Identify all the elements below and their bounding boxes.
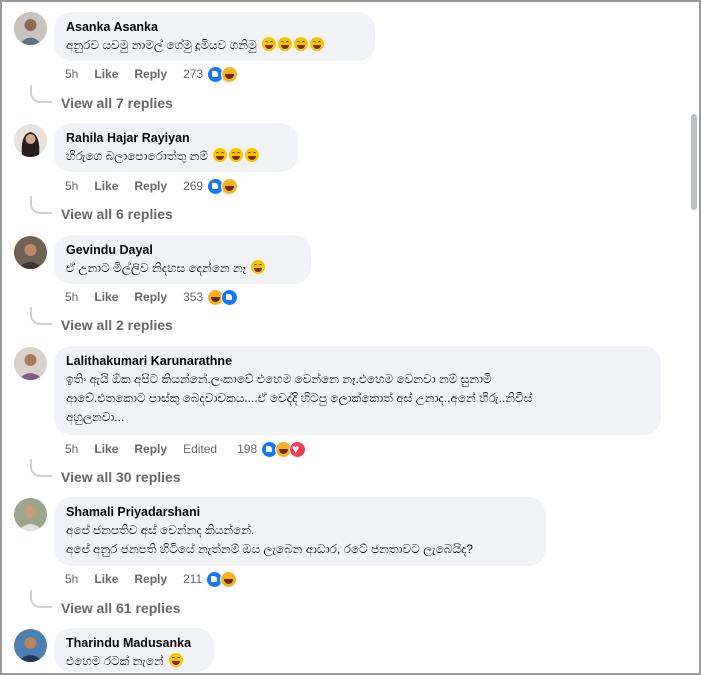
comment-time[interactable]: 5h	[65, 67, 78, 81]
comment-actions: 5h Like Reply 269	[65, 177, 239, 195]
comment-author[interactable]: Shamali Priyadarshani	[66, 504, 534, 521]
comment-time[interactable]: 5h	[65, 442, 78, 456]
comment-text: එහෙම රටක් නැනේ	[66, 652, 202, 671]
comment-author[interactable]: Lalithakumari Karunarathne	[66, 353, 649, 370]
like-button[interactable]: Like	[94, 442, 118, 456]
comment-actions: 5h Like Reply 211	[65, 570, 238, 588]
comment-text: ඉතිං ඇයි ඕක අපිට කියන්නේ.ලංකාවේ එහෙම වෙන…	[66, 372, 533, 424]
thread-connector	[30, 590, 52, 608]
laughing-emoji-icon	[213, 148, 228, 162]
reaction-count[interactable]: 198	[237, 442, 257, 456]
comment-bubble: Gevindu Dayal ඒ උනාට මිල්ලිව නිදහස දෙන්න…	[54, 235, 311, 284]
comment-bubble: Shamali Priyadarshani අපේ ජනපතිව අස් වෙන…	[54, 497, 546, 566]
laughing-emoji-icon	[229, 148, 244, 162]
thread-connector	[30, 307, 52, 325]
edited-label[interactable]: Edited	[183, 442, 217, 456]
view-replies-link[interactable]: View all 2 replies	[61, 316, 173, 334]
comment-body: එහෙම රටක් නැනේ	[66, 654, 164, 668]
reaction-count[interactable]: 273	[183, 67, 203, 81]
reply-button[interactable]: Reply	[134, 572, 167, 586]
love-reaction-icon[interactable]	[289, 440, 307, 458]
reply-button[interactable]: Reply	[134, 442, 167, 456]
laughing-emoji-icon	[245, 148, 260, 162]
comment-bubble: Asanka Asanka අනුරව යවමු නාමල් ගේමු දූමි…	[54, 12, 375, 61]
grin-emoji-icon	[261, 37, 276, 51]
comment-bubble: Lalithakumari Karunarathne ඉතිං ඇයි ඕක අ…	[54, 346, 661, 435]
haha-reaction-icon[interactable]	[221, 177, 239, 195]
comment-bubble: Rahila Hajar Rayiyan හිරුගෙ බලාපොරොත්තු …	[54, 123, 298, 172]
reply-button[interactable]: Reply	[134, 179, 167, 193]
reaction-count[interactable]: 353	[183, 290, 203, 304]
thread-connector	[30, 85, 52, 103]
comment-text: ඒ උනාට මිල්ලිව නිදහස දෙන්නෙ නෑ	[66, 259, 299, 278]
view-replies-link[interactable]: View all 6 replies	[61, 205, 173, 223]
comment-actions: 5h Like Reply 273	[65, 65, 239, 83]
grin-emoji-icon	[277, 37, 292, 51]
comment-author[interactable]: Asanka Asanka	[66, 19, 363, 36]
like-button[interactable]: Like	[94, 290, 118, 304]
comment-body: අනුරව යවමු නාමල් ගේමු දූමියව ගනිමු	[66, 38, 257, 52]
comment-text: අපේ ජනපතිව අස් වෙන්නද කියන්නේ. අපේ අනුර …	[66, 523, 473, 556]
like-button[interactable]: Like	[94, 67, 118, 81]
view-replies-link[interactable]: View all 30 replies	[61, 468, 181, 486]
haha-reaction-icon[interactable]	[220, 570, 238, 588]
comment-author[interactable]: Tharindu Madusanka	[66, 635, 202, 652]
comment-author[interactable]: Gevindu Dayal	[66, 242, 299, 259]
avatar[interactable]	[14, 124, 47, 157]
view-replies-link[interactable]: View all 7 replies	[61, 94, 173, 112]
comment-body: හිරුගෙ බලාපොරොත්තු නම්	[66, 149, 209, 163]
comment-body: ඒ උනාට මිල්ලිව නිදහස දෙන්නෙ නෑ	[66, 261, 247, 275]
like-button[interactable]: Like	[94, 572, 118, 586]
view-replies-link[interactable]: View all 61 replies	[61, 599, 181, 617]
scrollbar-thumb[interactable]	[691, 114, 697, 210]
reaction-count[interactable]: 211	[183, 572, 202, 586]
reaction-count[interactable]: 269	[183, 179, 203, 193]
like-button[interactable]: Like	[94, 179, 118, 193]
avatar[interactable]	[14, 347, 47, 380]
avatar[interactable]	[14, 12, 47, 45]
comment-text: අනුරව යවමු නාමල් ගේමු දූමියව ගනිමු	[66, 36, 363, 55]
avatar[interactable]	[14, 498, 47, 531]
smile-emoji-icon	[251, 260, 266, 274]
comment-actions: 5h Like Reply 353	[65, 288, 239, 306]
comment-time[interactable]: 5h	[65, 290, 78, 304]
comment-bubble: Tharindu Madusanka එහෙම රටක් නැනේ	[54, 628, 214, 672]
comment-actions: 5h Like Reply Edited 198	[65, 440, 307, 458]
comment-author[interactable]: Rahila Hajar Rayiyan	[66, 130, 286, 147]
avatar[interactable]	[14, 236, 47, 269]
grin-emoji-icon	[309, 37, 324, 51]
avatar[interactable]	[14, 629, 47, 662]
comment-text: හිරුගෙ බලාපොරොත්තු නම්	[66, 147, 286, 166]
thread-connector	[30, 196, 52, 214]
reply-button[interactable]: Reply	[134, 290, 167, 304]
grin-emoji-icon	[293, 37, 308, 51]
thinking-emoji-icon	[169, 653, 184, 667]
comment-time[interactable]: 5h	[65, 179, 78, 193]
comment-time[interactable]: 5h	[65, 572, 78, 586]
like-reaction-icon[interactable]	[221, 288, 239, 306]
thread-connector	[30, 459, 52, 477]
reply-button[interactable]: Reply	[134, 67, 167, 81]
haha-reaction-icon[interactable]	[221, 65, 239, 83]
